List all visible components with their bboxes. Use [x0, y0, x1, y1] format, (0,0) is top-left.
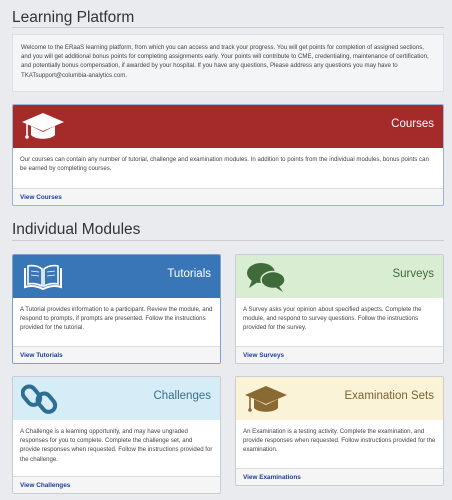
surveys-card-header: Surveys [236, 255, 443, 298]
view-surveys-link[interactable]: View Surveys [243, 352, 284, 359]
graduation-cap-icon [22, 113, 64, 139]
challenges-card: Challenges A Challenge is a learning opp… [12, 376, 221, 494]
surveys-title: Surveys [392, 268, 434, 280]
exams-card-header: Examination Sets [236, 377, 443, 420]
exams-description: An Examination is a testing activity. Co… [243, 428, 436, 454]
surveys-description: A Survey asks your opinion about specifi… [243, 306, 422, 332]
modules-section-title: Individual Modules [12, 221, 141, 238]
tutorials-footer: View Tutorials [13, 346, 220, 363]
challenges-footer: View Challenges [13, 476, 220, 493]
tutorials-description: A Tutorial provides information to a par… [20, 306, 213, 332]
exams-card: Examination Sets An Examination is a tes… [235, 376, 444, 486]
welcome-text: Welcome to the ERaaS learning platform, … [21, 44, 429, 79]
exams-footer: View Examinations [236, 468, 443, 485]
courses-card-header: Courses [13, 105, 443, 148]
graduation-cap-icon [245, 386, 287, 412]
page-title: Learning Platform [12, 9, 135, 26]
chat-bubbles-icon [247, 263, 286, 292]
title-divider [12, 27, 444, 28]
surveys-footer: View Surveys [236, 346, 443, 363]
modules-divider [12, 240, 444, 241]
surveys-card: Surveys A Survey asks your opinion about… [235, 254, 444, 364]
welcome-panel: Welcome to the ERaaS learning platform, … [12, 34, 444, 92]
view-examinations-link[interactable]: View Examinations [243, 474, 301, 481]
chain-link-icon [21, 384, 58, 414]
tutorials-card-header: Tutorials [13, 255, 220, 298]
view-challenges-link[interactable]: View Challenges [20, 482, 70, 489]
challenges-description: A Challenge is a learning opportunity, a… [20, 428, 213, 463]
view-tutorials-link[interactable]: View Tutorials [20, 352, 63, 359]
challenges-card-header: Challenges [13, 377, 220, 420]
tutorials-title: Tutorials [167, 268, 211, 280]
view-courses-link[interactable]: View Courses [20, 194, 62, 201]
page: Learning Platform Welcome to the ERaaS l… [0, 0, 452, 500]
tutorials-card: Tutorials A Tutorial provides informatio… [12, 254, 221, 364]
courses-footer: View Courses [13, 188, 443, 205]
challenges-title: Challenges [153, 390, 211, 402]
book-icon [24, 264, 62, 291]
courses-title: Courses [391, 118, 434, 130]
exams-title: Examination Sets [344, 390, 435, 402]
courses-card: Courses Our courses can contain any numb… [12, 104, 444, 206]
courses-description: Our courses can contain any number of tu… [20, 156, 429, 173]
